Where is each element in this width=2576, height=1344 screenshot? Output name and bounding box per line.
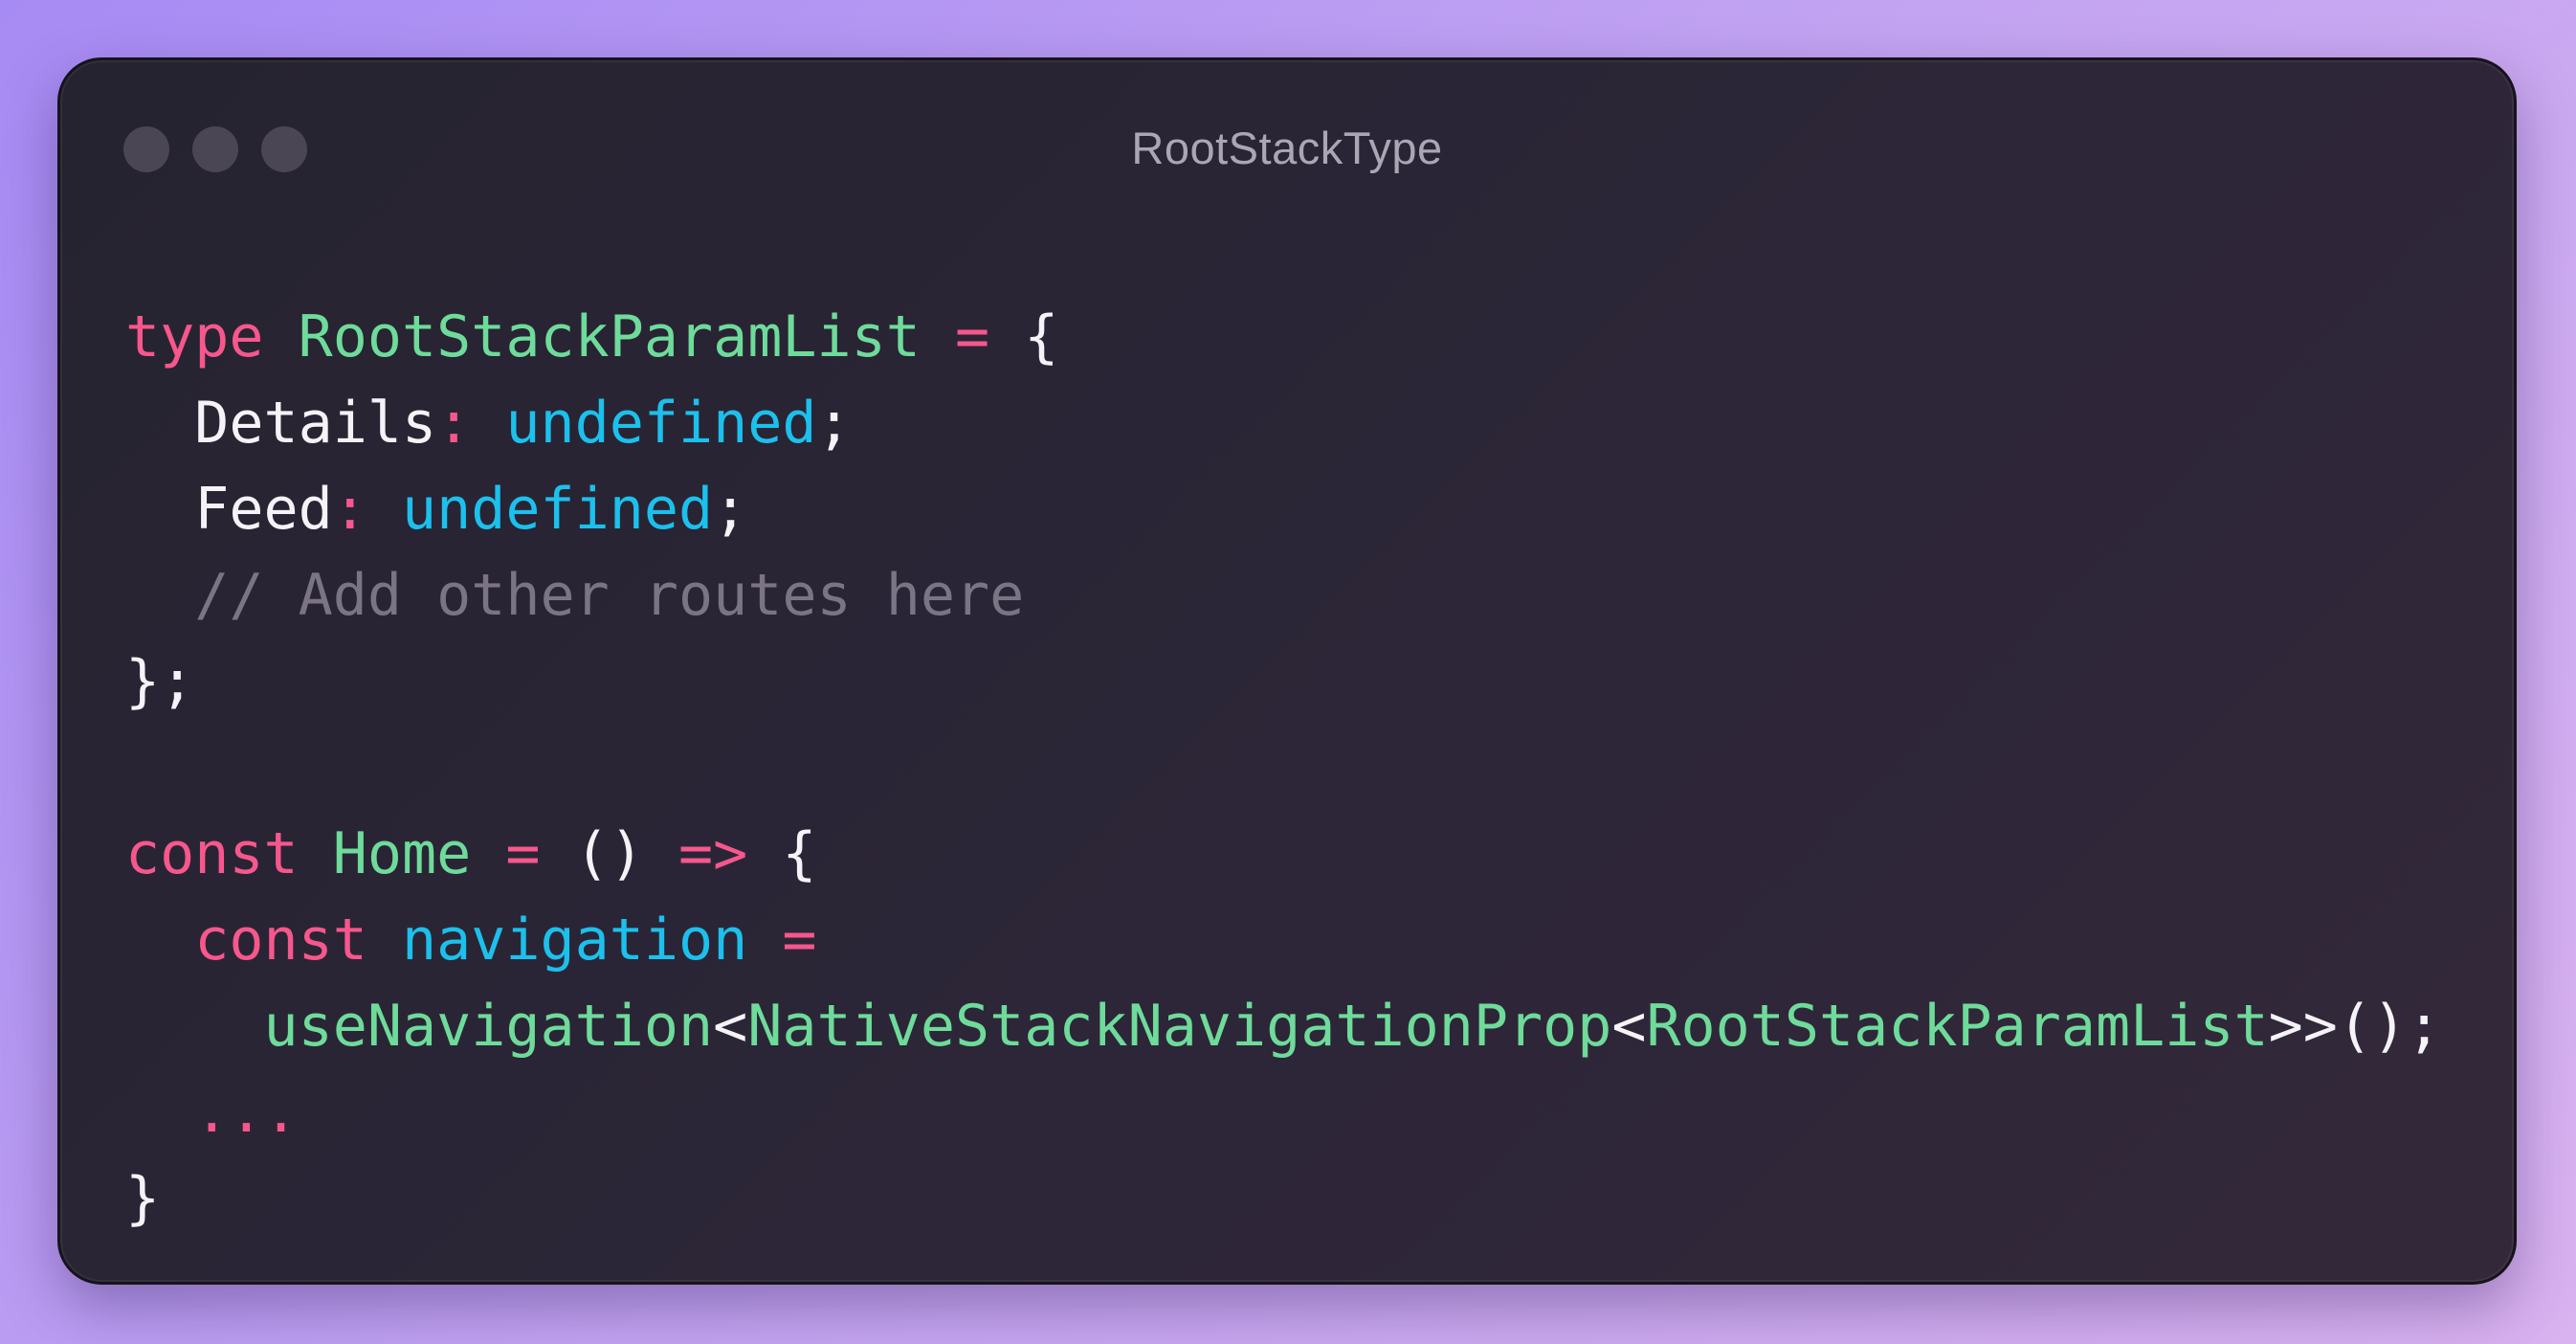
type-value: undefined — [505, 390, 817, 457]
operator: = — [505, 820, 541, 887]
generic-type: NativeStackNavigationProp — [747, 993, 1612, 1060]
code-line-10: ... — [125, 1069, 2441, 1155]
code-line-3: Feed: undefined; — [125, 466, 2441, 552]
code-line-4: // Add other routes here — [125, 552, 2441, 638]
angle-bracket: >> — [2268, 993, 2338, 1060]
angle-bracket: < — [1611, 993, 1647, 1060]
keyword-const: const — [125, 820, 299, 887]
variable-name: navigation — [402, 907, 748, 974]
code-line-11: } — [125, 1155, 2441, 1242]
angle-bracket: < — [713, 993, 748, 1060]
window-title: RootStackType — [1131, 123, 1443, 173]
closing-brace: }; — [125, 648, 195, 715]
type-value: undefined — [402, 476, 714, 543]
punctuation: { — [1024, 303, 1059, 370]
operator: = — [954, 303, 990, 370]
colon: : — [436, 390, 472, 457]
generic-type: RootStackParamList — [1646, 993, 2269, 1060]
operator: = — [782, 907, 817, 974]
hook-name: useNavigation — [263, 993, 714, 1060]
code-line-2: Details: undefined; — [125, 380, 2441, 466]
comment: // Add other routes here — [194, 562, 1025, 629]
function-name: Home — [332, 820, 472, 887]
colon: : — [332, 476, 367, 543]
ellipsis: ... — [194, 1079, 299, 1146]
code-window: RootStackType type RootStackParamList = … — [57, 57, 2517, 1285]
property-name: Details — [194, 390, 437, 457]
semicolon: ; — [713, 476, 748, 543]
parens: () — [574, 820, 644, 887]
arrow: => — [678, 820, 748, 887]
call-parens: (); — [2337, 993, 2442, 1060]
code-line-7: const Home = () => { — [125, 811, 2441, 897]
keyword-const: const — [194, 907, 367, 974]
code-line-9: useNavigation<NativeStackNavigationProp<… — [125, 983, 2442, 1069]
closing-brace: } — [125, 1165, 161, 1232]
punctuation: { — [782, 820, 817, 887]
title-bar: RootStackType — [60, 60, 2514, 185]
property-name: Feed — [194, 476, 333, 543]
code-line-5: }; — [125, 638, 2441, 725]
type-name: RootStackParamList — [298, 303, 921, 370]
semicolon: ; — [816, 390, 852, 457]
code-line-8: const navigation = — [125, 897, 2441, 983]
code-line-1: type RootStackParamList = { — [125, 294, 2441, 380]
code-block: type RootStackParamList = { Details: und… — [125, 294, 2441, 1242]
keyword-type: type — [125, 303, 264, 370]
